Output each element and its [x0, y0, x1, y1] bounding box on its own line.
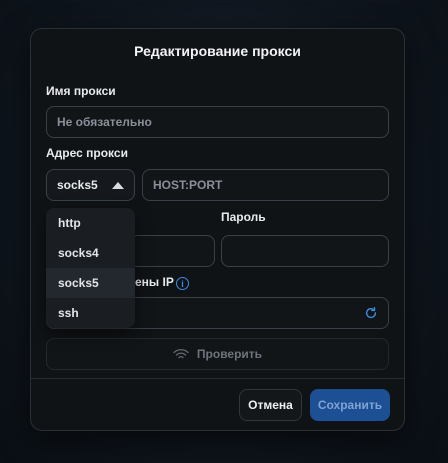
- protocol-select[interactable]: socks5: [46, 169, 135, 201]
- proxy-name-placeholder: Не обязательно: [57, 115, 152, 129]
- protocol-dropdown: http socks4 socks5 ssh: [46, 208, 135, 328]
- ip-change-label: ены IP: [135, 275, 174, 289]
- footer-divider: [31, 378, 404, 379]
- protocol-option-socks5[interactable]: socks5: [46, 268, 135, 298]
- protocol-option-http[interactable]: http: [46, 208, 135, 238]
- wifi-icon: [173, 348, 189, 359]
- check-proxy-label: Проверить: [196, 347, 263, 361]
- save-button[interactable]: Сохранить: [310, 389, 390, 421]
- host-port-placeholder: HOST:PORT: [153, 178, 223, 192]
- proxy-address-label: Адрес прокси: [46, 146, 128, 160]
- check-proxy-button[interactable]: Проверить: [46, 338, 389, 370]
- dialog-title: Редактирование прокси: [134, 43, 301, 59]
- edit-proxy-dialog: Редактирование прокси Имя прокси Не обяз…: [30, 28, 405, 431]
- password-label: Пароль: [221, 210, 266, 224]
- password-input[interactable]: [221, 235, 389, 267]
- refresh-icon[interactable]: [364, 306, 378, 320]
- proxy-name-input[interactable]: Не обязательно: [46, 106, 389, 138]
- info-icon[interactable]: i: [176, 277, 189, 290]
- cancel-button[interactable]: Отмена: [239, 389, 302, 421]
- protocol-option-socks4[interactable]: socks4: [46, 238, 135, 268]
- protocol-option-ssh[interactable]: ssh: [46, 298, 135, 328]
- host-port-input[interactable]: HOST:PORT: [142, 169, 389, 201]
- protocol-select-value: socks5: [57, 178, 98, 192]
- proxy-name-label: Имя прокси: [46, 84, 116, 98]
- chevron-up-icon: [112, 181, 124, 189]
